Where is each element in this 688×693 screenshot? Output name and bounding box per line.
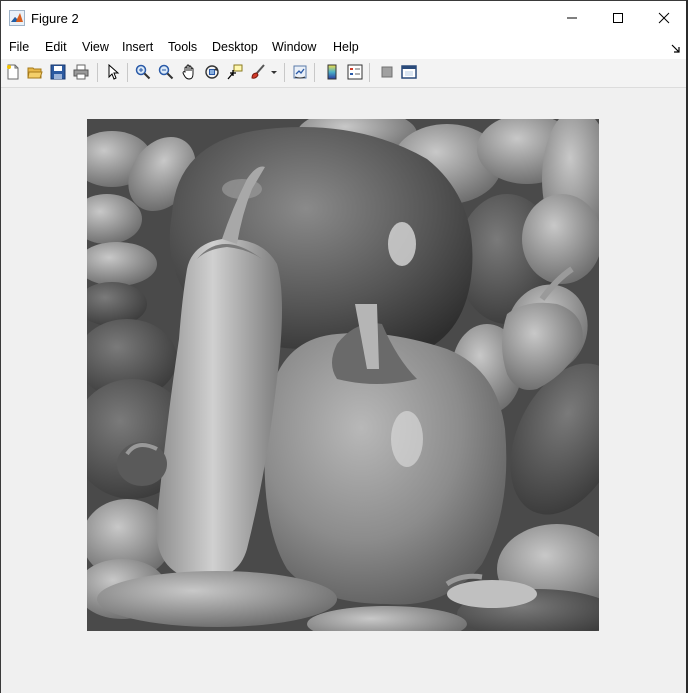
menu-edit[interactable]: Edit: [45, 40, 67, 54]
title-bar[interactable]: Figure 2: [1, 1, 687, 35]
rotate-3d-icon[interactable]: [203, 63, 221, 81]
dock-arrow-icon[interactable]: [671, 41, 681, 53]
edit-plot-arrow-icon[interactable]: [104, 63, 122, 81]
menu-view[interactable]: View: [82, 40, 109, 54]
image-axes[interactable]: [87, 119, 599, 631]
zoom-in-icon[interactable]: [134, 63, 152, 81]
matlab-logo-icon: [9, 10, 25, 26]
legend-icon[interactable]: [346, 63, 364, 81]
menu-desktop[interactable]: Desktop: [212, 40, 258, 54]
colorbar-icon[interactable]: [323, 63, 341, 81]
menu-help[interactable]: Help: [333, 40, 359, 54]
menu-bar: File Edit View Insert Tools Desktop Wind…: [1, 35, 687, 59]
maximize-button[interactable]: [595, 1, 641, 35]
save-icon[interactable]: [49, 63, 67, 81]
zoom-out-icon[interactable]: [157, 63, 175, 81]
minimize-button[interactable]: [549, 1, 595, 35]
data-cursor-icon[interactable]: [226, 63, 244, 81]
show-plot-tools-icon[interactable]: [400, 63, 418, 81]
toolbar-separator: [97, 63, 98, 82]
brush-dropdown-icon[interactable]: [269, 63, 279, 81]
maximize-icon: [613, 13, 623, 23]
close-button[interactable]: [641, 1, 687, 35]
figure-window: Figure 2 File Edit View Insert Tools Des…: [0, 0, 687, 693]
menu-insert[interactable]: Insert: [122, 40, 153, 54]
toolbar-separator: [314, 63, 315, 82]
brush-icon[interactable]: [249, 63, 267, 81]
pan-hand-icon[interactable]: [180, 63, 198, 81]
toolbar-separator: [284, 63, 285, 82]
minimize-icon: [567, 17, 577, 19]
menu-window[interactable]: Window: [272, 40, 316, 54]
link-plot-icon[interactable]: [291, 63, 309, 81]
hide-plot-tools-icon[interactable]: [378, 63, 396, 81]
open-file-icon[interactable]: [26, 63, 44, 81]
window-title: Figure 2: [31, 11, 79, 26]
peppers-image: [87, 119, 599, 631]
print-icon[interactable]: [72, 63, 90, 81]
menu-file[interactable]: File: [9, 40, 29, 54]
figure-toolbar: [1, 59, 687, 88]
toolbar-separator: [369, 63, 370, 82]
close-icon: [658, 12, 670, 24]
menu-tools[interactable]: Tools: [168, 40, 197, 54]
toolbar-separator: [127, 63, 128, 82]
new-figure-icon[interactable]: [4, 63, 22, 81]
